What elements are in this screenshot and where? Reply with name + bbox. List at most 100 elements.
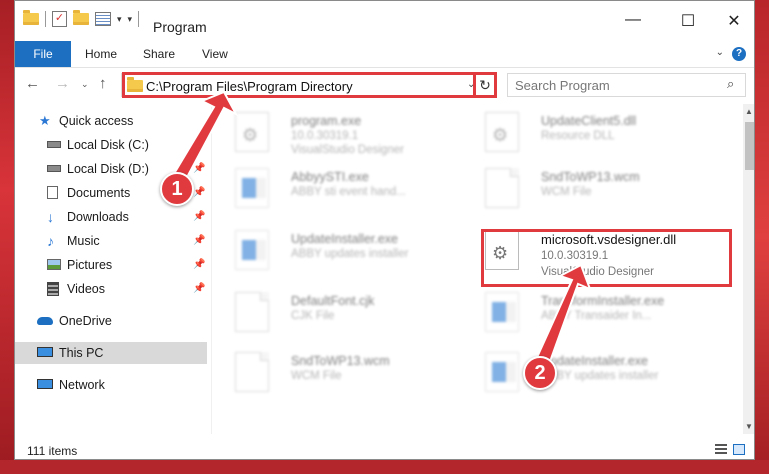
file-description: ABBY sti event hand...	[291, 186, 406, 198]
selected-file-highlight	[481, 229, 732, 287]
tab-share[interactable]: Share	[143, 41, 175, 67]
file-name: TransformInstaller.exe	[541, 294, 665, 308]
sidebar-item-label: Documents	[67, 186, 131, 200]
sidebar-item-label: Music	[67, 234, 100, 248]
cloud-icon	[37, 317, 53, 325]
videos-icon	[47, 282, 59, 296]
sidebar-item-label: Downloads	[67, 210, 129, 224]
properties-check-icon[interactable]: ✓	[52, 11, 67, 27]
list-item[interactable]: DefaultFont.cjk CJK File	[213, 288, 453, 336]
tab-file[interactable]: File	[15, 41, 71, 67]
back-arrow-icon[interactable]: ←	[25, 75, 40, 92]
file-description: ABBY updates installer	[541, 370, 659, 382]
address-path[interactable]: C:\Program Files\Program Directory	[146, 79, 353, 94]
callout-step-one: 1	[160, 172, 194, 206]
desktop-background-bottom	[0, 460, 769, 474]
executable-file-icon	[485, 292, 519, 332]
list-item[interactable]: UpdateInstaller.exe ABBY updates install…	[463, 348, 703, 396]
sidebar-item-label: Videos	[67, 282, 105, 296]
sidebar-item-downloads[interactable]: ↓ Downloads 📌	[15, 206, 207, 228]
folder-icon	[23, 10, 39, 25]
application-file-icon: ⚙	[235, 112, 269, 152]
sidebar-item-onedrive[interactable]: OneDrive	[15, 310, 207, 332]
large-icons-view-icon[interactable]	[733, 444, 745, 455]
pin-icon: 📌	[193, 259, 206, 270]
minimize-button[interactable]: —	[610, 11, 656, 29]
file-type: CJK File	[291, 310, 335, 322]
sidebar-item-pictures[interactable]: Pictures 📌	[15, 254, 207, 276]
sidebar-item-videos[interactable]: Videos 📌	[15, 278, 207, 300]
toolbar-dropdown-icon[interactable]: ▾	[128, 14, 133, 25]
list-item[interactable]: UpdateInstaller.exe ABBY updates install…	[213, 226, 453, 274]
document-file-icon	[485, 168, 519, 208]
file-type: WCM File	[541, 186, 592, 198]
search-icon[interactable]: ⌕	[727, 76, 734, 92]
sidebar-item-label: Pictures	[67, 258, 113, 272]
refresh-button[interactable]: ↻	[473, 72, 497, 98]
executable-file-icon	[235, 230, 269, 270]
address-folder-icon	[127, 77, 143, 92]
sidebar-item-local-disk-c[interactable]: Local Disk (C:) 📌	[15, 134, 207, 156]
list-item[interactable]: TransformInstaller.exe ABBY Transaider I…	[463, 288, 703, 336]
window-title: Program	[153, 19, 207, 35]
file-name: SndToWP13.wcm	[291, 354, 390, 368]
details-view-icon[interactable]	[715, 444, 727, 455]
title-bar: ✓ ▾ ▾ Program — ☐ ✕	[15, 1, 754, 41]
pin-icon: 📌	[193, 211, 206, 222]
callout-step-two: 2	[523, 356, 557, 390]
sidebar-item-label: Quick access	[59, 114, 134, 128]
desktop-background-left	[0, 0, 14, 474]
star-icon: ★	[39, 113, 51, 128]
pin-icon: 📌	[193, 235, 206, 246]
file-name: SndToWP13.wcm	[541, 170, 640, 184]
file-description: ABBY Transaider In...	[541, 310, 652, 322]
scroll-down-arrow-icon[interactable]: ▼	[745, 422, 753, 431]
sidebar-item-quick-access[interactable]: ★ Quick access	[15, 110, 207, 132]
vertical-scrollbar[interactable]: ▲ ▼	[743, 104, 754, 434]
quick-access-toolbar: ✓ ▾ ▾	[23, 10, 140, 27]
forward-arrow-icon[interactable]: →	[55, 75, 70, 92]
file-name: DefaultFont.cjk	[291, 294, 375, 308]
status-bar: 111 items	[15, 438, 754, 459]
toolbar-divider	[45, 11, 46, 27]
sidebar-item-music[interactable]: ♪ Music 📌	[15, 230, 207, 252]
document-file-icon	[235, 292, 269, 332]
tab-view[interactable]: View	[202, 41, 228, 67]
customize-toolbar-chevron-icon[interactable]: ▾	[117, 14, 122, 25]
new-folder-icon[interactable]	[73, 10, 89, 25]
pictures-icon	[47, 259, 61, 270]
scroll-up-arrow-icon[interactable]: ▲	[745, 107, 753, 116]
sidebar-item-label: Local Disk (C:)	[67, 138, 149, 152]
ribbon-tabs: File Home Share View ⌄ ?	[15, 41, 754, 68]
maximize-button[interactable]: ☐	[665, 11, 711, 31]
title-divider	[138, 11, 140, 27]
file-name: program.exe	[291, 114, 362, 128]
expand-ribbon-chevron-icon[interactable]: ⌄	[716, 47, 724, 58]
music-icon: ♪	[47, 233, 54, 249]
pane-divider	[211, 104, 212, 434]
download-icon: ↓	[47, 209, 54, 225]
file-type: WCM File	[291, 370, 342, 382]
sidebar-item-this-pc[interactable]: This PC	[15, 342, 207, 364]
list-item[interactable]: SndToWP13.wcm WCM File	[213, 348, 453, 396]
sidebar-item-network[interactable]: Network	[15, 374, 207, 396]
up-arrow-icon[interactable]: ↑	[99, 75, 107, 92]
help-icon[interactable]: ?	[732, 47, 746, 61]
pin-icon: 📌	[193, 163, 206, 174]
document-file-icon	[235, 352, 269, 392]
file-name: UpdateClient5.dll	[541, 114, 637, 128]
file-version: 10.0.30319.1	[291, 130, 359, 142]
list-item[interactable]: SndToWP13.wcm WCM File	[463, 164, 703, 212]
list-item[interactable]: AbbyySTI.exe ABBY sti event hand...	[213, 164, 453, 212]
recent-locations-chevron-icon[interactable]: ⌄	[81, 79, 89, 90]
sidebar-item-label: Local Disk (D:)	[67, 162, 149, 176]
network-icon	[37, 379, 53, 389]
tab-home[interactable]: Home	[85, 41, 117, 67]
list-item[interactable]: ⚙ program.exe 10.0.30319.1 VisualStudio …	[213, 108, 453, 156]
list-item[interactable]: ⚙ UpdateClient5.dll Resource DLL	[463, 108, 703, 156]
properties-icon[interactable]	[95, 12, 111, 26]
scrollbar-thumb[interactable]	[745, 122, 754, 170]
close-button[interactable]: ✕	[711, 11, 754, 31]
computer-icon	[37, 347, 53, 357]
search-placeholder: Search Program	[515, 78, 610, 93]
